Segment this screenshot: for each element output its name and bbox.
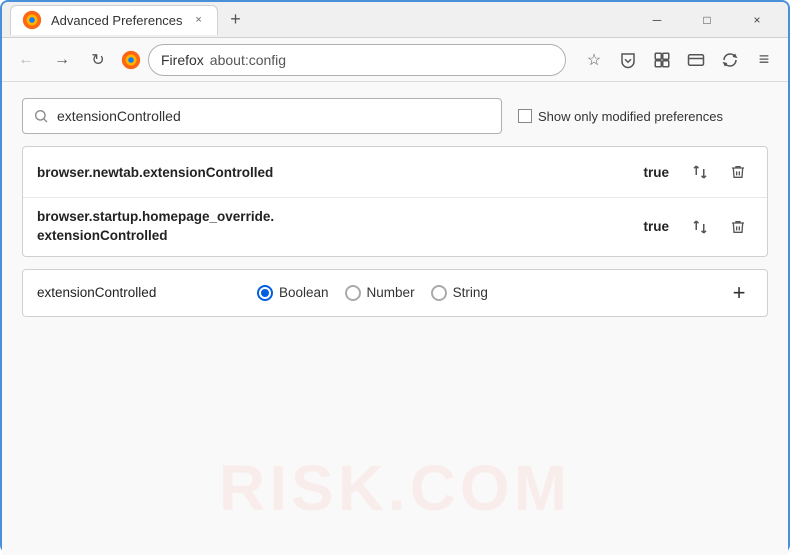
profile-icon[interactable] (680, 44, 712, 76)
firefox-browser-icon (120, 49, 142, 71)
forward-button[interactable]: → (46, 44, 78, 76)
modified-label: Show only modified preferences (538, 109, 723, 124)
string-option[interactable]: String (431, 285, 488, 301)
add-button[interactable]: + (725, 279, 753, 307)
url-display: about:config (210, 52, 286, 68)
string-label: String (453, 285, 488, 300)
number-radio[interactable] (345, 285, 361, 301)
result-row: browser.newtab.extensionControlled true (23, 147, 767, 198)
result-value-2: true (643, 219, 669, 234)
swap-button-2[interactable] (685, 212, 715, 242)
result-value-1: true (643, 165, 669, 180)
close-button[interactable]: × (734, 5, 780, 35)
type-radio-group: Boolean Number String (257, 285, 705, 301)
toolbar-icons: ☆ (578, 44, 780, 76)
address-bar[interactable]: Firefox about:config (148, 44, 566, 76)
content-area: RISK.COM Show only modified preferences … (2, 82, 788, 555)
tab-area: Advanced Preferences × + (10, 5, 634, 35)
boolean-option[interactable]: Boolean (257, 285, 329, 301)
extension-icon[interactable] (646, 44, 678, 76)
tab-title: Advanced Preferences (51, 13, 183, 28)
nav-bar: ← → ↻ Firefox about:config ☆ (2, 38, 788, 82)
pocket-icon[interactable] (612, 44, 644, 76)
modified-checkbox[interactable] (518, 109, 532, 123)
search-icon (33, 108, 49, 124)
result-name-2: browser.startup.homepage_override. exten… (37, 208, 643, 246)
row-1-actions (685, 157, 753, 187)
modified-checkbox-area[interactable]: Show only modified preferences (518, 109, 723, 124)
swap-button-1[interactable] (685, 157, 715, 187)
result-row: browser.startup.homepage_override. exten… (23, 198, 767, 256)
reload-button[interactable]: ↻ (82, 44, 114, 76)
search-box[interactable] (22, 98, 502, 134)
number-option[interactable]: Number (345, 285, 415, 301)
search-input[interactable] (57, 108, 491, 124)
new-tab-button[interactable]: + (222, 6, 250, 34)
row-2-actions (685, 212, 753, 242)
active-tab[interactable]: Advanced Preferences × (10, 5, 218, 35)
add-row-name: extensionControlled (37, 285, 237, 300)
minimize-button[interactable]: ─ (634, 5, 680, 35)
add-new-row: extensionControlled Boolean Number Strin… (22, 269, 768, 317)
delete-button-1[interactable] (723, 157, 753, 187)
boolean-radio[interactable] (257, 285, 273, 301)
tab-close-button[interactable]: × (191, 12, 207, 28)
browser-name-label: Firefox (161, 52, 204, 68)
search-row: Show only modified preferences (22, 98, 768, 134)
delete-button-2[interactable] (723, 212, 753, 242)
firefox-tab-icon (21, 9, 43, 31)
watermark: RISK.COM (219, 451, 571, 525)
number-label: Number (367, 285, 415, 300)
window-controls: ─ □ × (634, 5, 780, 35)
results-table: browser.newtab.extensionControlled true (22, 146, 768, 257)
result-name-1: browser.newtab.extensionControlled (37, 165, 643, 180)
string-radio[interactable] (431, 285, 447, 301)
sync-icon[interactable] (714, 44, 746, 76)
title-bar: Advanced Preferences × + ─ □ × (2, 2, 788, 38)
menu-icon[interactable]: ≡ (748, 44, 780, 76)
maximize-button[interactable]: □ (684, 5, 730, 35)
boolean-label: Boolean (279, 285, 329, 300)
bookmark-icon[interactable]: ☆ (578, 44, 610, 76)
back-button[interactable]: ← (10, 44, 42, 76)
